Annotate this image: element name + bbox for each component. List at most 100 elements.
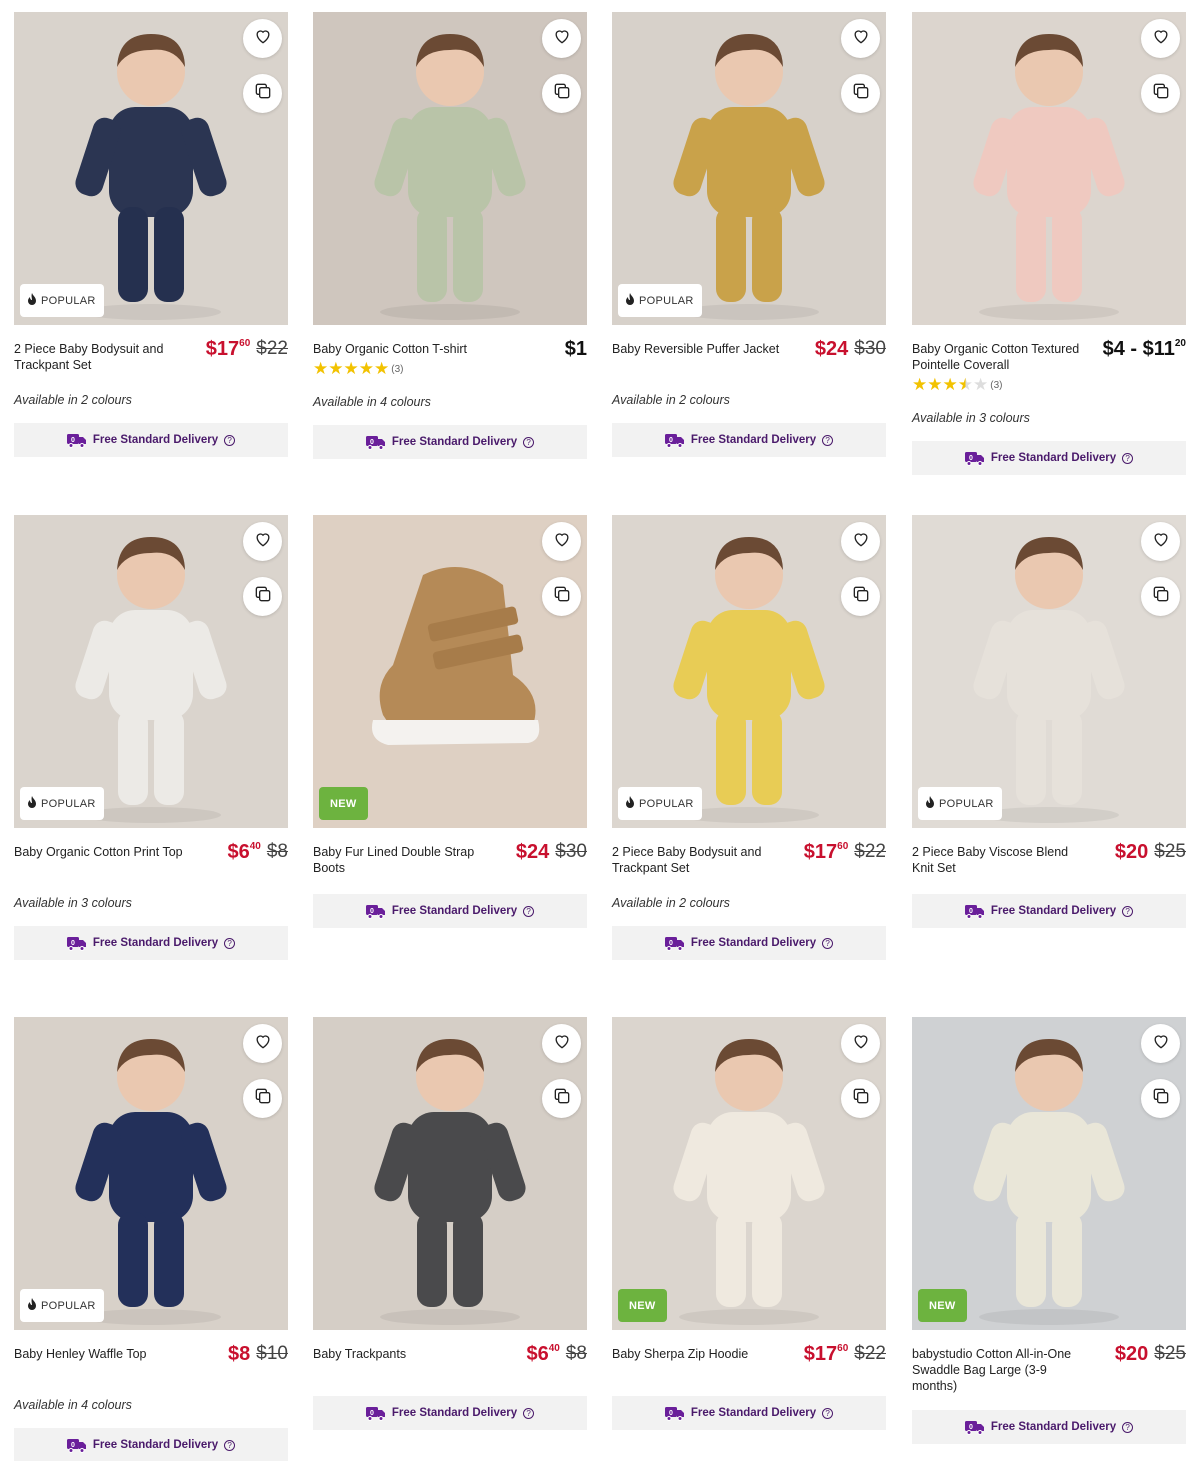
product-photo[interactable]	[912, 515, 1186, 828]
free-delivery-banner[interactable]: 0 Free Standard Delivery?	[912, 441, 1186, 475]
help-icon[interactable]: ?	[523, 436, 535, 448]
product-name[interactable]: 2 Piece Baby Bodysuit and Trackpant Set	[14, 341, 189, 373]
wishlist-button[interactable]	[1141, 1024, 1180, 1063]
product-photo[interactable]	[14, 12, 288, 325]
help-icon[interactable]: ?	[523, 905, 535, 917]
help-icon[interactable]: ?	[1122, 905, 1134, 917]
product-name[interactable]: Baby Organic Cotton Print Top	[14, 844, 189, 860]
free-delivery-banner[interactable]: 0 Free Standard Delivery?	[14, 1428, 288, 1461]
compare-button[interactable]	[1141, 1079, 1180, 1118]
product-image[interactable]	[912, 12, 1186, 325]
help-icon[interactable]: ?	[822, 937, 834, 949]
star-icon: ★	[912, 375, 928, 394]
product-image[interactable]	[313, 1017, 587, 1330]
product-image[interactable]	[313, 12, 587, 325]
product-image[interactable]: NEW	[612, 1017, 886, 1330]
product-image[interactable]: NEW	[912, 1017, 1186, 1330]
product-photo[interactable]	[912, 12, 1186, 325]
product-name[interactable]: babystudio Cotton All-in-One Swaddle Bag…	[912, 1346, 1087, 1394]
compare-button[interactable]	[841, 74, 880, 113]
free-delivery-banner[interactable]: 0 Free Standard Delivery?	[14, 423, 288, 457]
help-icon[interactable]: ?	[1122, 1421, 1134, 1433]
compare-button[interactable]	[1141, 577, 1180, 616]
product-name[interactable]: 2 Piece Baby Bodysuit and Trackpant Set	[612, 844, 787, 876]
badge-label: NEW	[629, 1299, 656, 1312]
free-delivery-banner[interactable]: 0 Free Standard Delivery?	[313, 425, 587, 459]
free-delivery-banner[interactable]: 0 Free Standard Delivery?	[14, 926, 288, 960]
compare-button[interactable]	[542, 1079, 581, 1118]
product-name[interactable]: 2 Piece Baby Viscose Blend Knit Set	[912, 844, 1087, 876]
wishlist-button[interactable]	[1141, 522, 1180, 561]
wishlist-button[interactable]	[542, 1024, 581, 1063]
help-icon[interactable]: ?	[224, 434, 236, 446]
star-rating: ★ ★ ★ ★ ★ (3)	[912, 375, 1186, 394]
free-delivery-banner[interactable]: 0 Free Standard Delivery?	[612, 423, 886, 457]
product-name[interactable]: Baby Sherpa Zip Hoodie	[612, 1346, 787, 1362]
wishlist-button[interactable]	[243, 1024, 282, 1063]
popular-badge: POPULAR	[918, 787, 1002, 820]
wishlist-button[interactable]	[841, 522, 880, 561]
free-delivery-banner[interactable]: 0 Free Standard Delivery?	[912, 894, 1186, 928]
wishlist-button[interactable]	[542, 522, 581, 561]
product-image[interactable]: POPULAR	[912, 515, 1186, 828]
product-image[interactable]: POPULAR	[14, 1017, 288, 1330]
compare-button[interactable]	[243, 1079, 282, 1118]
compare-icon	[552, 584, 572, 609]
product-name[interactable]: Baby Fur Lined Double Strap Boots	[313, 844, 488, 876]
product-image[interactable]: POPULAR	[612, 515, 886, 828]
free-delivery-banner[interactable]: 0 Free Standard Delivery?	[612, 1396, 886, 1430]
product-photo[interactable]	[313, 515, 587, 828]
product-image[interactable]: POPULAR	[14, 12, 288, 325]
product-image[interactable]: POPULAR	[612, 12, 886, 325]
price-block: $20 $25	[1115, 840, 1186, 864]
wishlist-button[interactable]	[841, 1024, 880, 1063]
rating-count[interactable]: (3)	[990, 380, 1002, 391]
compare-button[interactable]	[243, 74, 282, 113]
current-price: $1760	[804, 1342, 849, 1366]
product-photo[interactable]	[14, 1017, 288, 1330]
free-delivery-banner[interactable]: 0 Free Standard Delivery?	[912, 1410, 1186, 1444]
compare-button[interactable]	[542, 577, 581, 616]
compare-button[interactable]	[841, 1079, 880, 1118]
product-name[interactable]: Baby Reversible Puffer Jacket	[612, 341, 787, 357]
wishlist-button[interactable]	[841, 19, 880, 58]
wishlist-button[interactable]	[1141, 19, 1180, 58]
product-photo[interactable]	[912, 1017, 1186, 1330]
product-photo[interactable]	[612, 1017, 886, 1330]
help-icon[interactable]: ?	[224, 937, 236, 949]
compare-button[interactable]	[243, 577, 282, 616]
compare-button[interactable]	[1141, 74, 1180, 113]
product-name[interactable]: Baby Trackpants	[313, 1346, 488, 1362]
compare-button[interactable]	[841, 577, 880, 616]
product-image[interactable]: NEW	[313, 515, 587, 828]
product-photo[interactable]	[313, 1017, 587, 1330]
price-cents: 40	[249, 841, 261, 852]
compare-button[interactable]	[542, 74, 581, 113]
wishlist-button[interactable]	[243, 19, 282, 58]
help-icon[interactable]: ?	[224, 1439, 236, 1451]
wishlist-button[interactable]	[243, 522, 282, 561]
product-name[interactable]: Baby Organic Cotton Textured Pointelle C…	[912, 341, 1087, 373]
delivery-truck-icon: 0	[964, 450, 985, 466]
rating-count[interactable]: (3)	[391, 364, 403, 375]
product-name[interactable]: Baby Organic Cotton T-shirt	[313, 341, 488, 357]
help-icon[interactable]: ?	[523, 1407, 535, 1419]
free-delivery-banner[interactable]: 0 Free Standard Delivery?	[612, 926, 886, 960]
price-dollars: $17	[205, 338, 240, 360]
product-image[interactable]: POPULAR	[14, 515, 288, 828]
product-name[interactable]: Baby Henley Waffle Top	[14, 1346, 189, 1362]
badge-label: POPULAR	[939, 797, 994, 810]
product-photo[interactable]	[313, 12, 587, 325]
free-delivery-banner[interactable]: 0 Free Standard Delivery?	[313, 894, 587, 928]
help-icon[interactable]: ?	[822, 1407, 834, 1419]
help-icon[interactable]: ?	[1122, 452, 1134, 464]
free-delivery-banner[interactable]: 0 Free Standard Delivery?	[313, 1396, 587, 1430]
product-photo[interactable]	[14, 515, 288, 828]
wishlist-button[interactable]	[542, 19, 581, 58]
current-price: $8	[228, 1342, 250, 1366]
svg-text:0: 0	[669, 1410, 673, 1417]
product-card: NEW Baby Sherpa Zip Hoodie $1760 $22 0 Free S…	[612, 1017, 886, 1430]
product-photo[interactable]	[612, 515, 886, 828]
help-icon[interactable]: ?	[822, 434, 834, 446]
product-photo[interactable]	[612, 12, 886, 325]
